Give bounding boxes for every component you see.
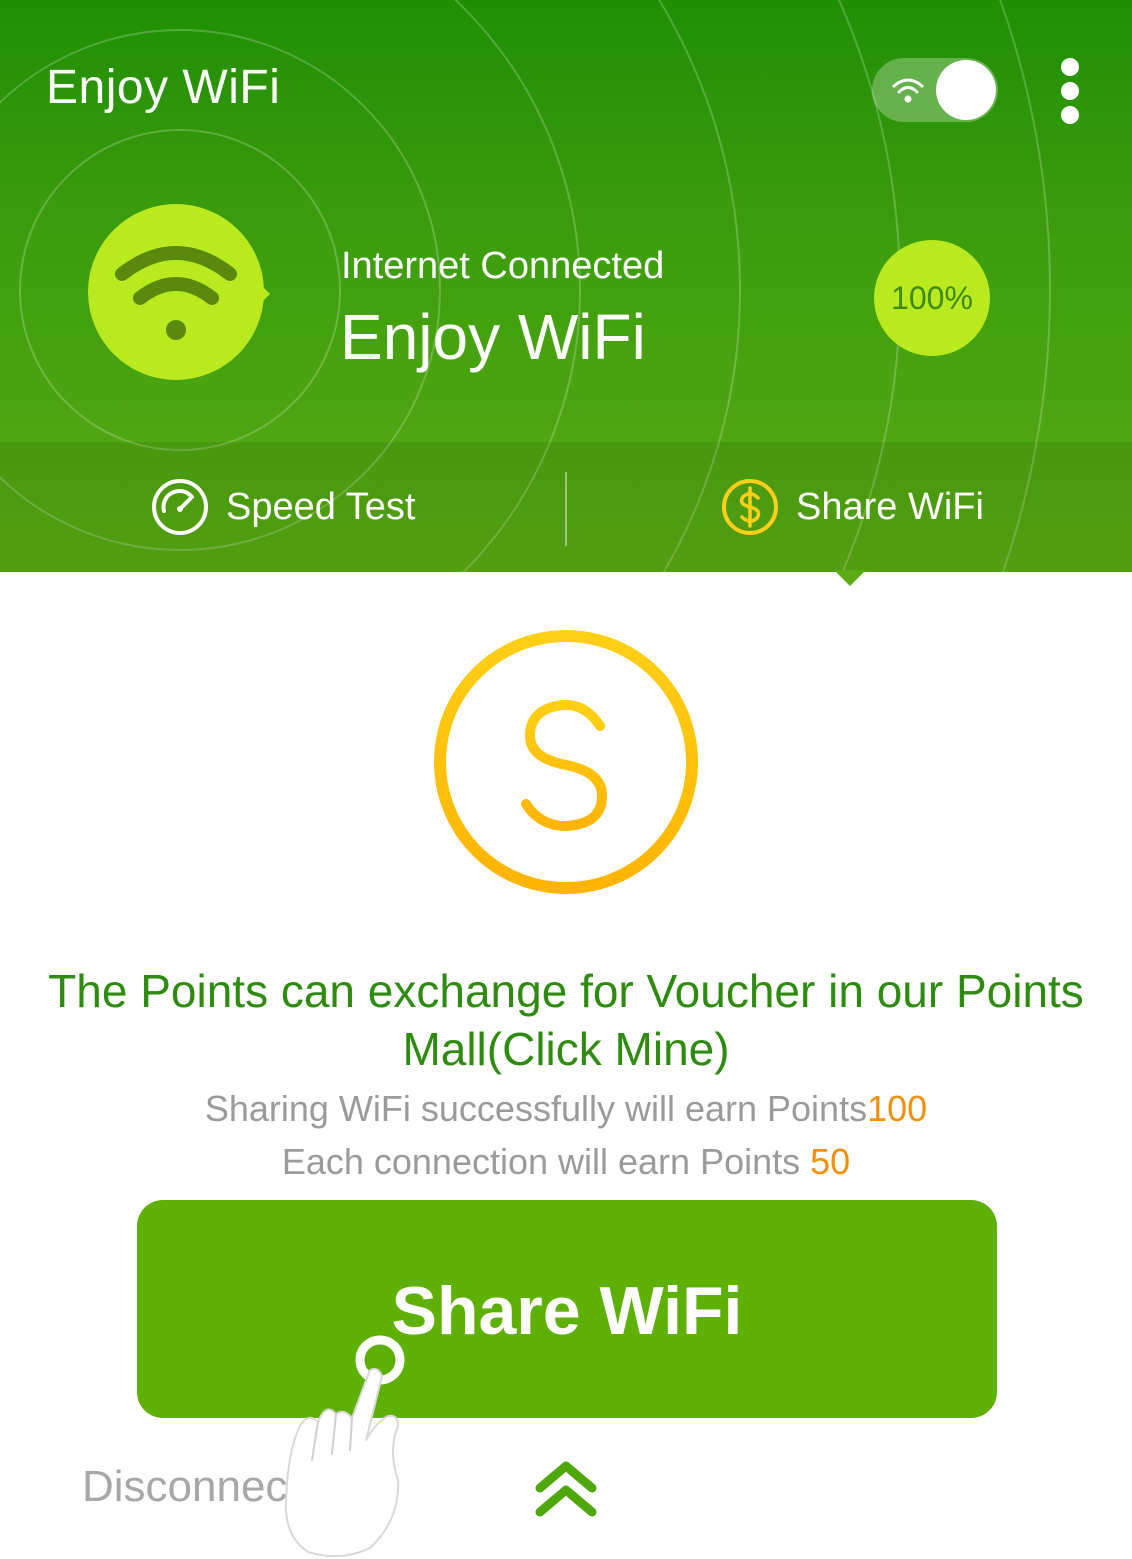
wifi-icon (892, 78, 924, 103)
share-reward-points: 100 (867, 1088, 928, 1129)
tab-bar: Speed Test Share WiFi (0, 442, 1132, 572)
tab-label: Speed Test (226, 485, 416, 528)
more-options-button[interactable] (1050, 56, 1090, 126)
tab-share-wifi[interactable]: Share WiFi (720, 442, 984, 572)
speedometer-icon (152, 479, 208, 535)
tap-hand-icon (284, 1335, 405, 1558)
connection-reward-info: Each connection will earn Points 50 (0, 1141, 1132, 1183)
connection-reward-text: Each connection will earn Points (281, 1141, 811, 1182)
app-title: Enjoy WiFi (46, 61, 281, 114)
share-reward-info: Sharing WiFi successfully will earn Poin… (0, 1088, 1132, 1130)
connection-reward-points: 50 (810, 1141, 851, 1182)
dollar-coin-icon (434, 630, 698, 894)
active-tab-indicator (834, 570, 866, 586)
share-reward-text: Sharing WiFi successfully will earn Poin… (204, 1088, 868, 1129)
chevron-double-up-icon[interactable] (530, 1458, 602, 1520)
dollar-coin-icon (722, 479, 778, 535)
tab-speed-test[interactable]: Speed Test (150, 442, 415, 572)
tab-label: Share WiFi (796, 485, 984, 528)
signal-strength-badge: 100% (874, 240, 990, 356)
points-headline: The Points can exchange for Voucher in o… (48, 965, 1084, 1075)
more-vertical-icon (1061, 58, 1079, 76)
network-name: Enjoy WiFi (340, 301, 646, 373)
header: Enjoy WiFi Internet Connected Enjoy WiFi… (0, 0, 1132, 572)
toggle-knob (936, 60, 996, 120)
connection-status: Internet Connected (341, 245, 665, 287)
tab-divider (565, 472, 567, 546)
wifi-toggle[interactable] (872, 58, 998, 122)
wifi-status-icon (88, 204, 270, 380)
